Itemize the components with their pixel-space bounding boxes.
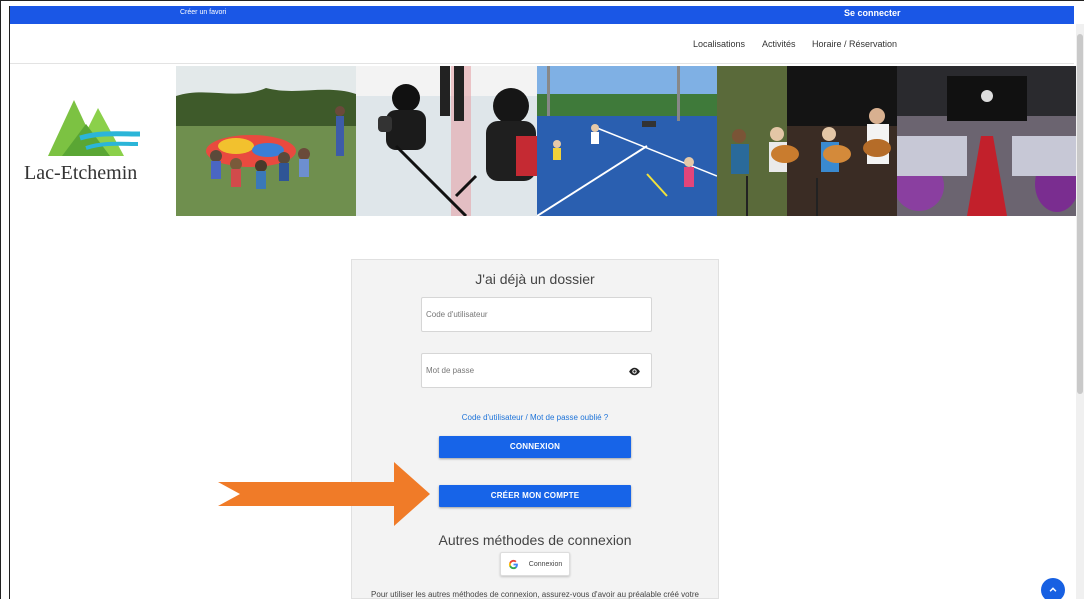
username-input[interactable] xyxy=(422,298,612,331)
scroll-to-top-button[interactable] xyxy=(1041,578,1065,599)
eye-icon[interactable] xyxy=(628,365,641,378)
create-favorite-link[interactable]: Créer un favori xyxy=(180,9,226,16)
brand-name: Lac-Etchemin xyxy=(24,162,138,184)
brand-logo[interactable]: Lac-Etchemin xyxy=(10,66,176,216)
login-card: J'ai déjà un dossier Code d'utilisateur … xyxy=(351,259,719,599)
banner-photo-hockey xyxy=(356,66,537,216)
login-title: J'ai déjà un dossier xyxy=(475,271,595,287)
nav-item-schedule[interactable]: Horaire / Réservation xyxy=(812,39,897,49)
sign-in-link[interactable]: Se connecter xyxy=(844,8,901,18)
create-account-button[interactable]: CRÉER MON COMPTE xyxy=(439,485,631,507)
page-scrollbar[interactable] xyxy=(1076,24,1084,599)
forgot-credentials-link[interactable]: Code d'utilisateur / Mot de passe oublié… xyxy=(352,413,718,422)
nav-item-locations[interactable]: Localisations xyxy=(693,39,745,49)
password-field[interactable] xyxy=(421,353,652,388)
google-login-label: Connexion xyxy=(528,560,563,568)
banner-photo-hall xyxy=(897,66,1076,216)
header-banner: Lac-Etchemin xyxy=(10,66,1076,216)
google-login-button[interactable]: Connexion xyxy=(500,552,570,576)
connect-button[interactable]: CONNEXION xyxy=(439,436,631,458)
main-nav: Localisations Activités Horaire / Réserv… xyxy=(10,24,1074,64)
scrollbar-thumb[interactable] xyxy=(1077,34,1083,394)
arrow-right-icon xyxy=(218,462,430,526)
password-input[interactable] xyxy=(422,354,612,387)
banner-photo-tennis xyxy=(537,66,717,216)
nav-item-activities[interactable]: Activités xyxy=(762,39,796,49)
google-icon xyxy=(508,559,518,569)
other-methods-note: Pour utiliser les autres méthodes de con… xyxy=(371,590,699,599)
banner-photo-children xyxy=(176,66,356,216)
banner-photo-guitar xyxy=(717,66,897,216)
other-methods-title: Autres méthodes de connexion xyxy=(438,532,632,548)
chevron-up-icon xyxy=(1049,587,1057,592)
username-field[interactable] xyxy=(421,297,652,332)
top-bar: Créer un favori Se connecter xyxy=(10,6,1074,24)
